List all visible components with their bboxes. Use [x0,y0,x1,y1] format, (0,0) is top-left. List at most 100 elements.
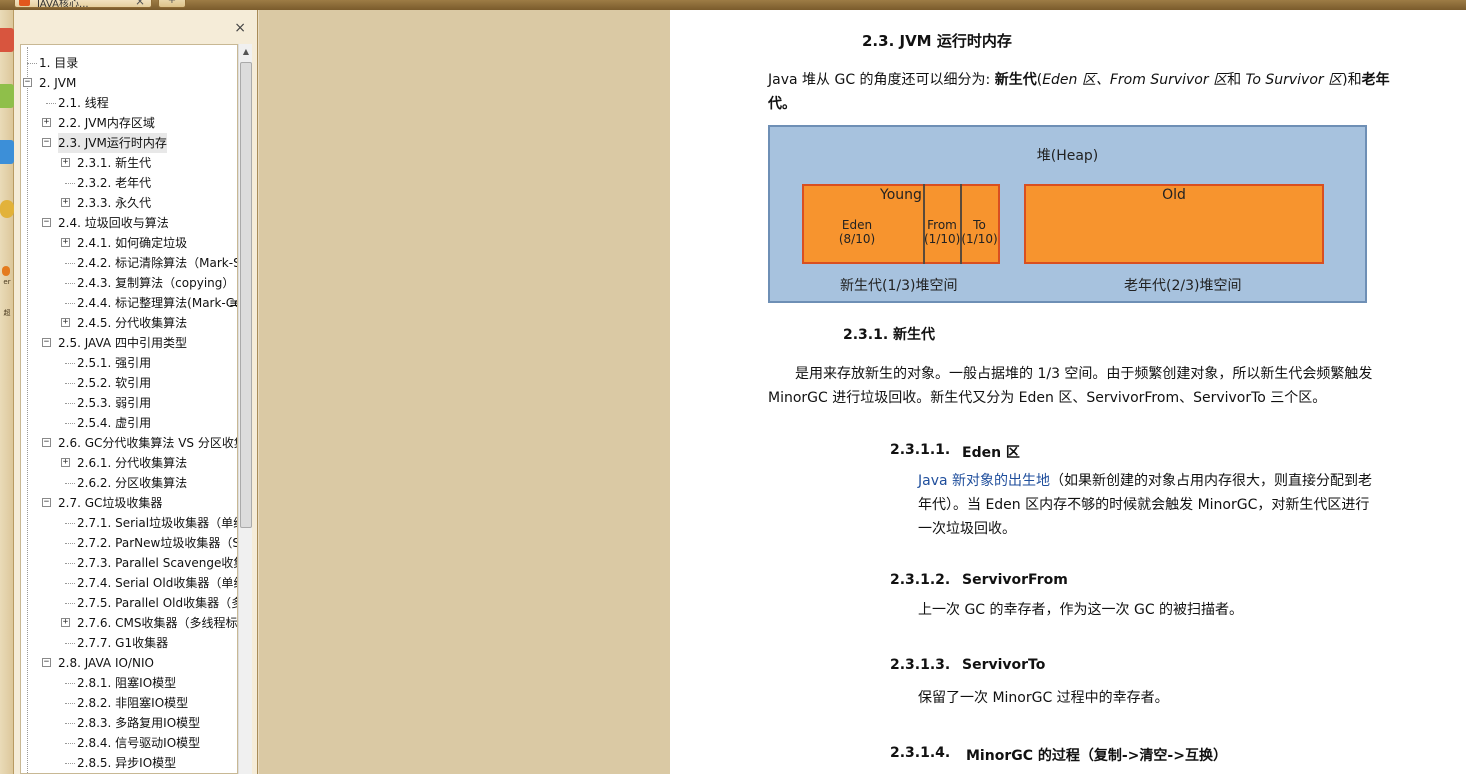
tree-connector [65,263,75,264]
scroll-thumb[interactable] [240,62,252,528]
panel-header: × [14,10,258,44]
scroll-grip-icon: ≡ [229,293,237,313]
bookmark-item[interactable]: 2.7.4. Serial Old收集器（单线 [21,573,238,593]
new-tab-button[interactable]: + [158,0,186,8]
tree-connector [65,543,75,544]
bookmark-item[interactable]: 2.8.4. 信号驱动IO模型 [21,733,237,753]
bookmark-label: 2.7.7. G1收集器 [77,636,169,650]
eden-link[interactable]: Java 新对象的出生地 [918,473,1050,489]
collapse-icon[interactable]: − [42,218,51,227]
bookmark-item[interactable]: 2.3.2. 老年代 [21,173,237,193]
eden-para-line-1: Java 新对象的出生地（如果新创建的对象占用内存很大，则直接分配到老 [918,469,1372,493]
intro-italic: To Survivor 区 [1245,72,1343,88]
bookmark-label: 2.2. JVM内存区域 [58,116,155,130]
bookmark-item[interactable]: +2.2. JVM内存区域 [21,113,237,133]
collapse-icon[interactable]: − [42,498,51,507]
minor-heading-number: 2.3.1.4. [890,745,951,761]
bookmark-item[interactable]: −2.4. 垃圾回收与算法 [21,213,237,233]
bookmark-item[interactable]: +2.3.1. 新生代 [21,153,237,173]
bookmark-label: 2.5.1. 强引用 [77,356,152,370]
bookmark-item[interactable]: +2.4.5. 分代收集算法 [21,313,237,333]
bookmark-item[interactable]: 2.7.1. Serial垃圾收集器（单线 [21,513,238,533]
bookmark-item[interactable]: 2.7.2. ParNew垃圾收集器（S [21,533,237,553]
old-label: Old [1162,187,1186,203]
bookmark-item[interactable]: −2.3. JVM运行时内存 [21,133,237,153]
thumbnail-tool-icon[interactable] [0,84,14,108]
bookmark-tool-icon[interactable] [0,28,14,52]
tree-connector [65,563,75,564]
collapse-icon[interactable]: − [42,338,51,347]
collapse-icon[interactable]: − [42,438,51,447]
section-title: 2.3. JVM 运行时内存 [862,32,1012,50]
bookmark-item[interactable]: 2.5.2. 软引用 [21,373,237,393]
expand-icon[interactable]: + [42,118,51,127]
bookmark-item[interactable]: 2.7.3. Parallel Scavenge收集 [21,553,237,573]
intro-line-1: Java 堆从 GC 的角度还可以细分为: 新生代(Eden 区、From Su… [768,68,1390,92]
expand-icon[interactable]: + [61,238,70,247]
scroll-up-icon[interactable]: ▲ [239,44,253,60]
tree-connector [65,283,75,284]
bookmark-label: 2.5. JAVA 四中引用类型 [58,336,187,350]
reader-background [259,10,670,774]
bookmark-item[interactable]: −2.6. GC分代收集算法 VS 分区收集 [21,433,237,453]
bookmark-item[interactable]: −2.5. JAVA 四中引用类型 [21,333,237,353]
expand-icon[interactable]: + [61,198,70,207]
document-tab[interactable]: JAVA核心... × [14,0,152,8]
bookmark-item[interactable]: 2.7.5. Parallel Old收集器（多 [21,593,237,613]
bookmark-item[interactable]: 2.7.7. G1收集器 [21,633,237,653]
bookmark-label: 2.1. 线程 [58,96,109,110]
bookmark-item[interactable]: 2.5.3. 弱引用 [21,393,237,413]
search-tool-icon[interactable] [0,200,14,218]
old-region: Old [1024,184,1324,264]
old-caption: 老年代(2/3)堆空间 [1124,278,1242,294]
side-tool-label: er [3,278,11,286]
expand-icon[interactable]: + [61,618,70,627]
bookmark-item[interactable]: 2.8.3. 多路复用IO模型 [21,713,237,733]
bookmark-item[interactable]: +2.6.1. 分代收集算法 [21,453,237,473]
tab-title: JAVA核心... [37,0,89,8]
collapse-icon[interactable]: − [23,78,32,87]
close-tab-icon[interactable]: × [135,0,145,7]
bookmark-label: 2.7.1. Serial垃圾收集器（单线 [77,516,238,530]
bookmark-item[interactable]: 2.1. 线程 [21,93,237,113]
bookmark-item[interactable]: 2.4.4. 标记整理算法(Mark-Co [21,293,237,313]
tree-connector [65,743,75,744]
bookmark-label: 2.8.2. 非阻塞IO模型 [77,696,189,710]
bookmark-item[interactable]: +2.3.3. 永久代 [21,193,237,213]
bookmark-label: 2.8.4. 信号驱动IO模型 [77,736,201,750]
intro-text: Java 堆从 GC 的角度还可以细分为: [768,72,995,88]
minor-heading: MinorGC 的过程（复制->清空->互换） [966,748,1227,764]
bookmark-item[interactable]: 2.4.3. 复制算法（copying） [21,273,237,293]
bookmark-item[interactable]: −2.7. GC垃圾收集器 [21,493,237,513]
bookmark-item[interactable]: 2.6.2. 分区收集算法 [21,473,237,493]
bookmark-item[interactable]: 2.8.1. 阻塞IO模型 [21,673,237,693]
bookmark-item[interactable]: −2.8. JAVA IO/NIO [21,653,237,673]
bookmark-item[interactable]: 2.4.2. 标记清除算法（Mark-S [21,253,237,273]
bookmark-item[interactable]: +2.7.6. CMS收集器（多线程标 [21,613,237,633]
expand-icon[interactable]: + [61,158,70,167]
tree-connector [65,403,75,404]
attachment-tool-icon[interactable] [2,266,10,276]
bookmark-item[interactable]: 2.8.5. 异步IO模型 [21,753,237,773]
expand-icon[interactable]: + [61,318,70,327]
bookmark-tree: 1. 目录 −2. JVM 2.1. 线程 +2.2. JVM内存区域 −2.3. JV… [20,44,238,774]
intro-line-2: 代。 [768,96,796,112]
bookmark-item[interactable]: 2.8.2. 非阻塞IO模型 [21,693,237,713]
close-panel-icon[interactable]: × [234,20,246,36]
bookmark-item[interactable]: 1. 目录 [21,53,237,73]
tree-connector [65,483,75,484]
side-toolbar: er 超 [0,10,14,774]
collapse-icon[interactable]: − [42,658,51,667]
bookmark-item[interactable]: 2.5.1. 强引用 [21,353,237,373]
bookmark-item[interactable]: 2.5.4. 虚引用 [21,413,237,433]
tree-connector [27,63,37,64]
bookmark-scrollbar[interactable]: ▲ [238,44,252,774]
expand-icon[interactable]: + [61,458,70,467]
eden-ratio: (8/10) [838,232,876,246]
bookmark-item[interactable]: −2. JVM [21,73,237,93]
bookmark-label: 2.7.4. Serial Old收集器（单线 [77,576,238,590]
bookmark-item[interactable]: +2.4.1. 如何确定垃圾 [21,233,237,253]
collapse-icon[interactable]: − [42,138,51,147]
bookmark-label: 2.3. JVM运行时内存 [58,133,167,153]
annotation-tool-icon[interactable] [0,140,14,164]
